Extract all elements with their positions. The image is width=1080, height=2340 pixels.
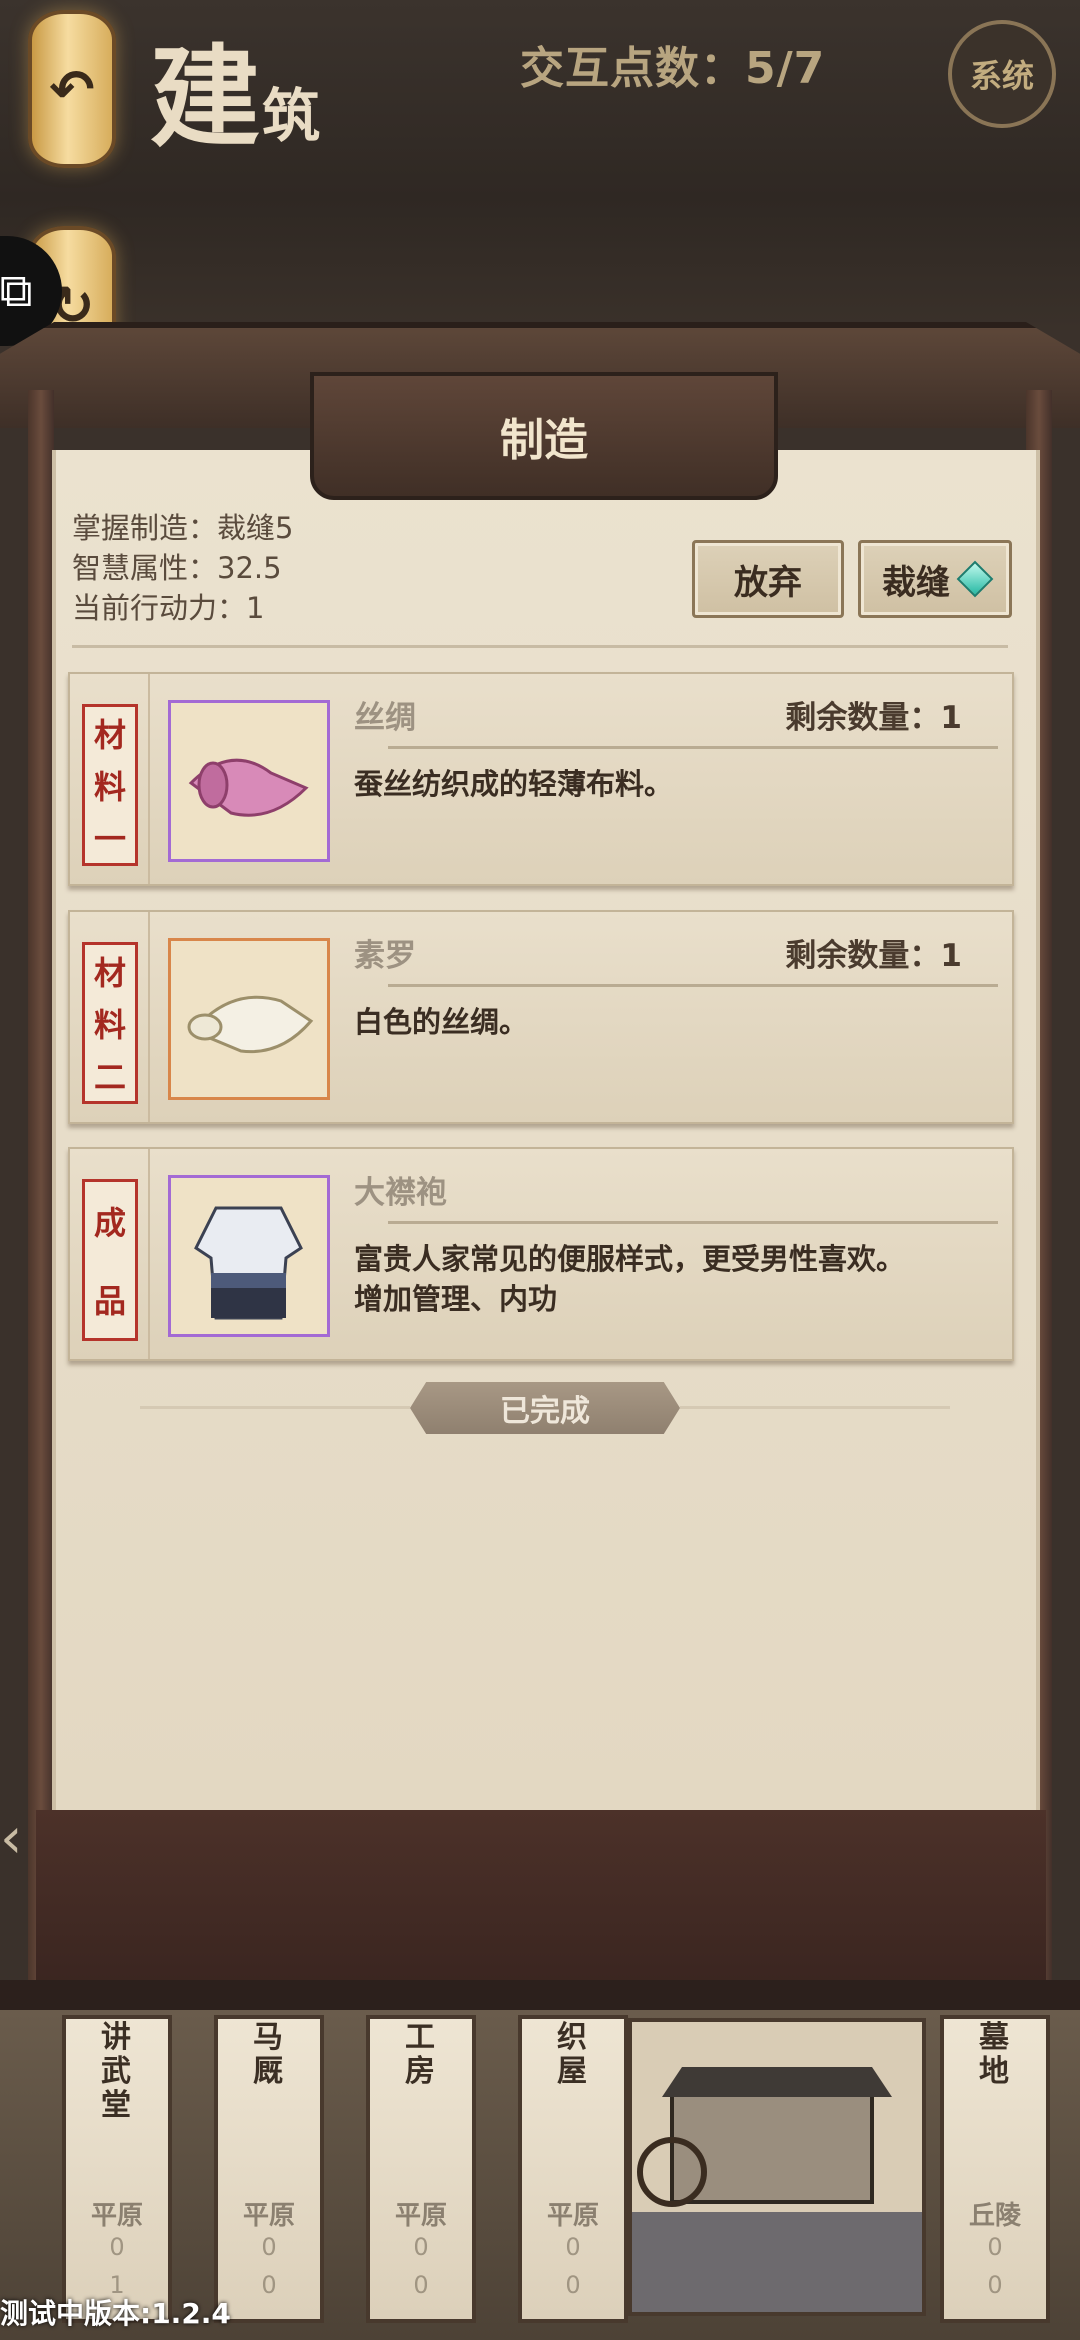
building-card-cemetery[interactable]: 墓地 丘陵 0 0 <box>940 2015 1050 2323</box>
puzzle-icon: ⧉ <box>0 263 33 317</box>
remaining-count: 剩余数量：1 <box>785 700 962 736</box>
card-separator <box>148 1149 150 1359</box>
tag-char: 材 <box>93 716 126 754</box>
building-count-2: 0 <box>413 2271 429 2299</box>
product-name: 大襟袍 <box>354 1175 447 1211</box>
building-terrain: 丘陵 <box>968 2201 1021 2231</box>
tag-char: 料 <box>93 768 126 806</box>
building-card-lecture-hall[interactable]: 讲武堂 平原 0 1 <box>62 2015 172 2323</box>
left-pillar <box>28 390 54 1990</box>
tag-char: 一 <box>93 820 126 858</box>
building-name: 织屋 <box>557 2020 587 2089</box>
stat-mastery: 掌握制造：裁缝5 <box>72 511 294 545</box>
weaving-house-scene[interactable] <box>628 2018 926 2316</box>
building-card-workshop[interactable]: 工房 平原 0 0 <box>366 2015 476 2323</box>
title-main: 建 <box>150 33 262 162</box>
material-tag-1: 材 料 一 <box>82 704 138 866</box>
gem-icon <box>956 560 994 598</box>
building-count-1: 0 <box>413 2233 429 2261</box>
building-name: 马厩 <box>253 2020 283 2089</box>
tag-char: 料 <box>93 1006 126 1044</box>
back-arrow-icon: ↶ <box>49 57 95 121</box>
tag-char: 材 <box>93 954 126 992</box>
building-name: 讲武堂 <box>101 2020 131 2123</box>
building-terrain: 平原 <box>546 2201 599 2231</box>
product-tag: 成 品 <box>82 1179 138 1341</box>
tag-char: 成 <box>93 1204 126 1242</box>
frame-base <box>36 1810 1046 1990</box>
tailor-button[interactable]: 裁缝 <box>858 540 1012 618</box>
material-name: 丝绸 <box>354 700 416 736</box>
material-name: 素罗 <box>354 938 416 974</box>
title-small: 筑 <box>262 82 323 150</box>
building-count-1: 0 <box>261 2233 277 2261</box>
abandon-button[interactable]: 放弃 <box>692 540 844 618</box>
stats-divider <box>72 645 1008 648</box>
crafting-panel <box>52 450 1040 1810</box>
page-title: 建筑 <box>150 8 322 168</box>
building-card-weaving-house[interactable]: 织屋 平原 0 0 <box>518 2015 628 2323</box>
back-button[interactable]: ↶ <box>28 10 116 168</box>
tag-char: 二 <box>93 1058 126 1096</box>
building-count-2: 0 <box>987 2271 1003 2299</box>
remaining-count: 剩余数量：1 <box>785 938 962 974</box>
card-divider <box>388 1221 998 1224</box>
status-line-left <box>140 1406 410 1409</box>
building-name: 墓地 <box>979 2020 1009 2089</box>
building-count-1: 0 <box>565 2233 581 2261</box>
card-separator <box>148 912 150 1122</box>
stat-action-points: 当前行动力：1 <box>72 591 265 625</box>
material-tag-2: 材 料 二 <box>82 942 138 1104</box>
version-label: 测试中版本:1.2.4 <box>0 2297 231 2330</box>
tag-char: 品 <box>93 1282 126 1320</box>
card-separator <box>148 674 150 884</box>
panel-title-plaque: 制造 <box>310 372 778 500</box>
card-divider <box>388 984 998 987</box>
building-name: 工房 <box>405 2020 435 2089</box>
material-description: 白色的丝绸。 <box>354 1005 529 1039</box>
status-badge: 已完成 <box>410 1382 680 1434</box>
card-divider <box>388 746 998 749</box>
material-description: 蚕丝纺织成的轻薄布料。 <box>354 767 674 801</box>
silk-cloth-icon <box>168 700 330 862</box>
left-arrow-icon[interactable]: ‹ <box>0 1806 26 1876</box>
building-terrain: 平原 <box>242 2201 295 2231</box>
robe-icon <box>168 1175 330 1337</box>
crafting-stats: 掌握制造：裁缝5 智慧属性：32.5 当前行动力：1 <box>72 508 293 628</box>
building-count-2: 0 <box>261 2271 277 2299</box>
building-card-stable[interactable]: 马厩 平原 0 0 <box>214 2015 324 2323</box>
building-count-1: 0 <box>109 2233 125 2261</box>
product-description: 富贵人家常见的便服样式，更受男性喜欢。 增加管理、内功 <box>354 1242 906 1316</box>
stat-wisdom: 智慧属性：32.5 <box>72 551 282 585</box>
material-card-2[interactable]: 材 料 二 素罗 剩余数量：1 白色的丝绸。 <box>68 910 1014 1124</box>
frame-bottom-bar <box>0 1980 1080 2010</box>
building-count-2: 0 <box>565 2271 581 2299</box>
building-count-1: 0 <box>987 2233 1003 2261</box>
abandon-label: 放弃 <box>734 562 802 603</box>
building-terrain: 平原 <box>90 2201 143 2231</box>
panel-title: 制造 <box>500 415 588 466</box>
system-button[interactable]: 系统 <box>948 20 1056 128</box>
white-silk-scroll-icon <box>168 938 330 1100</box>
building-terrain: 平原 <box>394 2201 447 2231</box>
status-line-right <box>680 1406 950 1409</box>
tailor-label: 裁缝 <box>882 562 950 603</box>
material-card-1[interactable]: 材 料 一 丝绸 剩余数量：1 蚕丝纺织成的轻薄布料。 <box>68 672 1014 886</box>
product-card[interactable]: 成 品 大襟袍 富贵人家常见的便服样式，更受男性喜欢。 增加管理、内功 <box>68 1147 1014 1361</box>
interaction-points: 交互点数：5/7 <box>520 43 826 94</box>
